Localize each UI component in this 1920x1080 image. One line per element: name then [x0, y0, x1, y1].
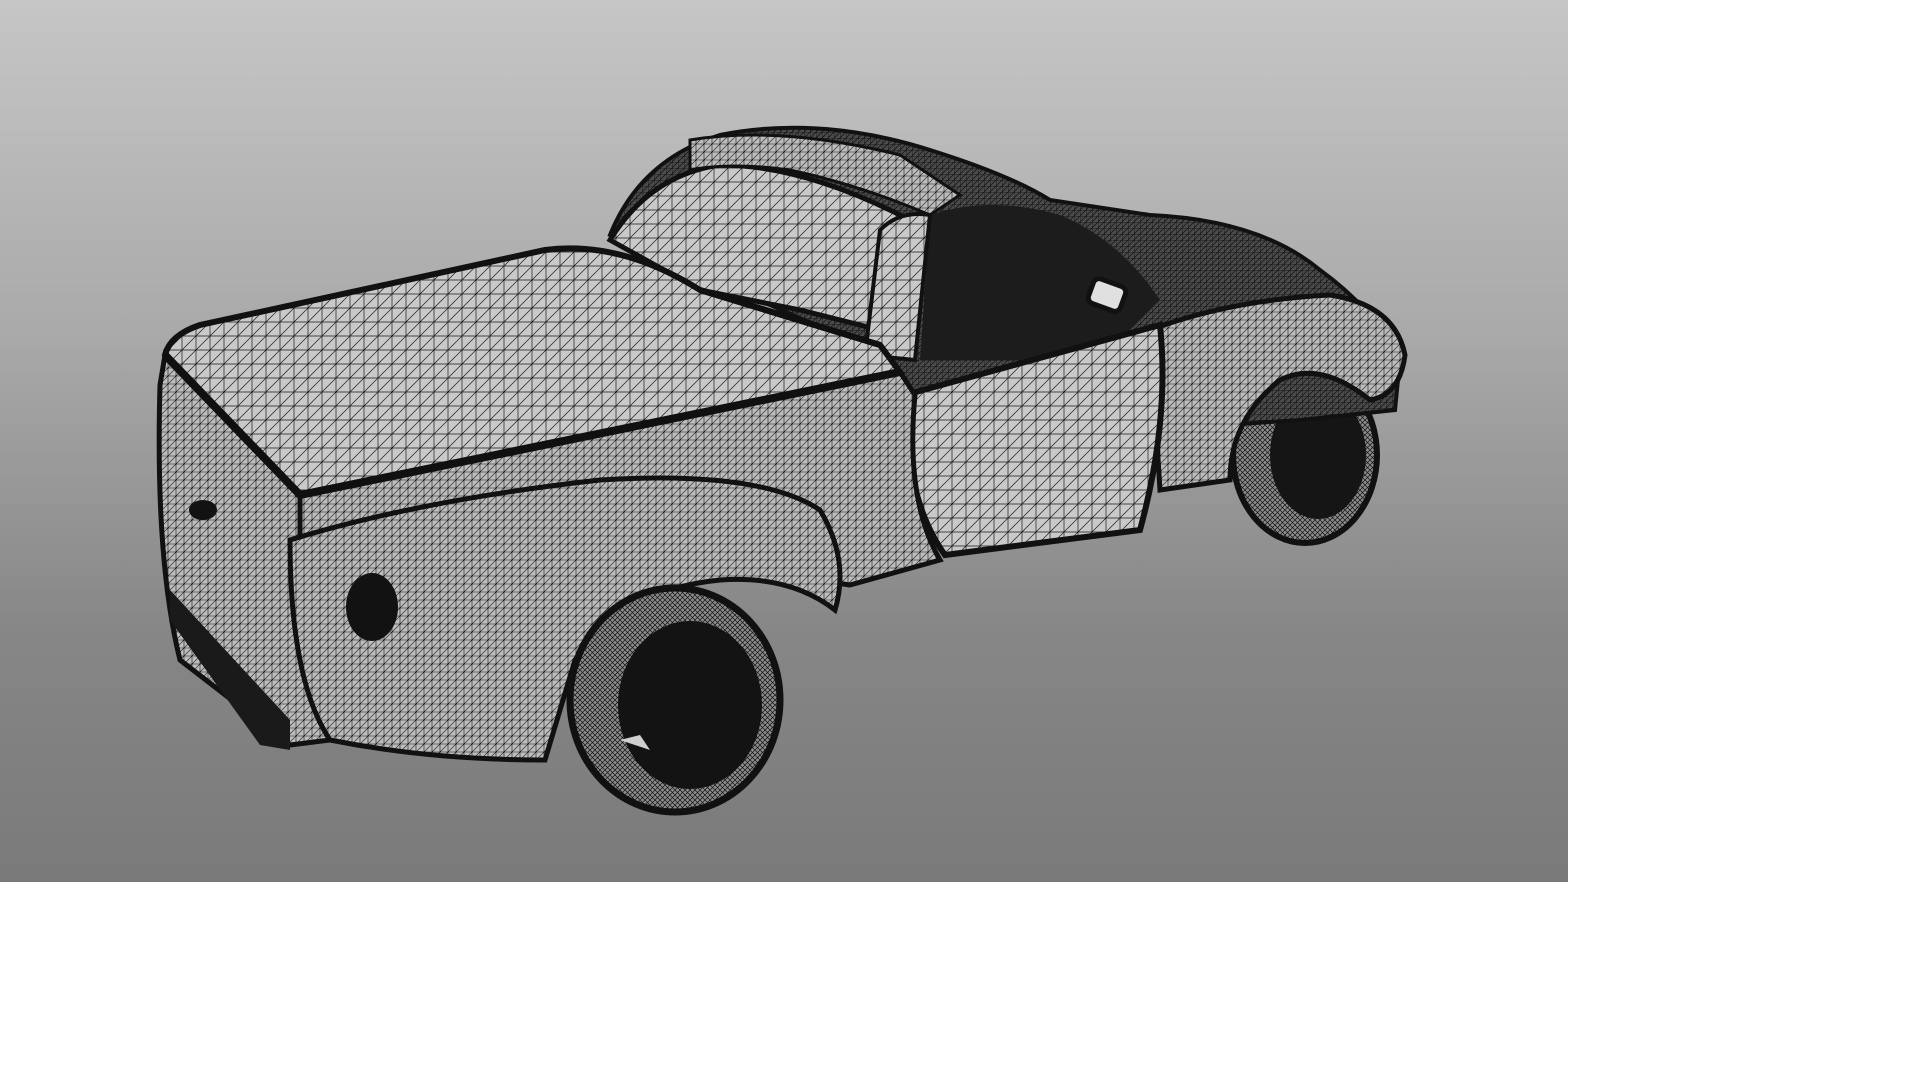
scene-canvas	[156, 125, 1408, 816]
render-viewport	[0, 0, 1568, 882]
rear-wheel	[566, 584, 784, 816]
tail-light	[346, 573, 398, 641]
